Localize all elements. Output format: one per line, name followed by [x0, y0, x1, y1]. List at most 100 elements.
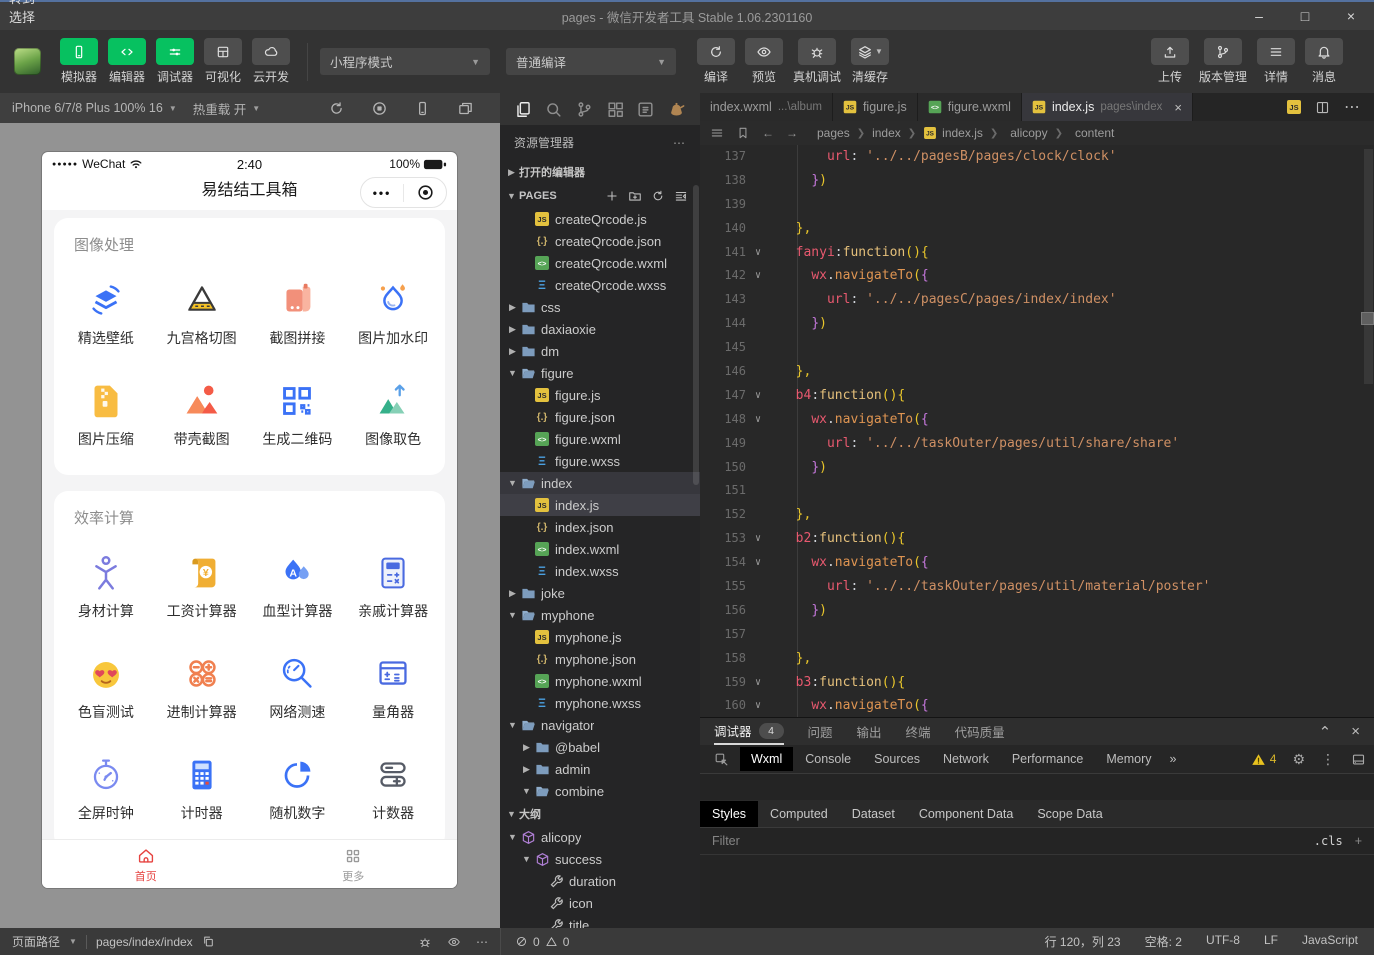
back-icon[interactable]: ← [762, 126, 774, 140]
device-icon[interactable] [414, 100, 431, 117]
kebab-menu-icon[interactable]: ⋮ [1321, 751, 1335, 768]
version-control-button[interactable]: 版本管理 [1199, 38, 1247, 85]
minimize-button[interactable]: – [1236, 2, 1282, 30]
tree-item[interactable]: ▶css [500, 296, 700, 318]
app-item[interactable]: 量角器 [345, 651, 441, 722]
tree-item[interactable]: {.}myphone.json [500, 648, 700, 670]
preview-button[interactable]: 预览 [745, 38, 783, 85]
tree-item[interactable]: title [500, 914, 700, 928]
app-item[interactable]: 截图拼接 [250, 277, 346, 348]
tree-item[interactable]: <>index.wxml [500, 538, 700, 560]
app-item[interactable]: ¥工资计算器 [154, 550, 250, 621]
tree-item[interactable]: ▼index [500, 472, 700, 494]
project-avatar[interactable] [14, 48, 41, 75]
more-actions-icon[interactable]: ⋯ [673, 136, 686, 150]
app-item[interactable]: 图片加水印 [345, 277, 441, 348]
fold-icon[interactable]: ∨ [746, 264, 770, 288]
language-mode[interactable]: JavaScript [1302, 933, 1358, 950]
mini-program-content[interactable]: 图像处理精选壁纸九宫格切图截图拼接图片加水印图片压缩带壳截图生成二维码图像取色效… [42, 210, 457, 840]
indentation-setting[interactable]: 空格: 2 [1145, 933, 1182, 950]
tabbar-item-home[interactable]: 首页 [42, 840, 250, 888]
app-item[interactable]: 带壳截图 [154, 378, 250, 449]
styles-tab-scope-data[interactable]: Scope Data [1025, 801, 1114, 827]
page-path-selector[interactable]: 页面路径 [12, 933, 60, 950]
mode-dropdown[interactable]: 小程序模式 ▼ [320, 48, 490, 75]
tree-item[interactable]: ▶dm [500, 340, 700, 362]
styles-tab-styles[interactable]: Styles [700, 801, 758, 827]
forward-icon[interactable]: → [786, 126, 798, 140]
devtools-tab-memory[interactable]: Memory [1095, 747, 1162, 771]
device-selector[interactable]: iPhone 6/7/8 Plus 100% 16 [12, 101, 163, 115]
editor-scrollbar[interactable] [1364, 149, 1373, 384]
real-device-debug-button[interactable]: 真机调试 [793, 38, 841, 85]
cursor-position[interactable]: 行 120，列 23 [1045, 933, 1121, 950]
tree-item[interactable]: ▼alicopy [500, 826, 700, 848]
styles-tab-computed[interactable]: Computed [758, 801, 840, 827]
breadcrumb-item[interactable]: JSindex.js [923, 126, 983, 140]
scrollbar-marker[interactable] [1361, 312, 1374, 325]
styles-tab-component-data[interactable]: Component Data [907, 801, 1026, 827]
fold-icon[interactable]: ∨ [746, 241, 770, 265]
devtools-tab-sources[interactable]: Sources [863, 747, 931, 771]
appetize-icon[interactable] [667, 100, 686, 119]
new-file-icon[interactable] [605, 189, 619, 203]
cls-button[interactable]: .cls [1314, 834, 1343, 848]
tree-item[interactable]: JScreateQrcode.js [500, 208, 700, 230]
tree-item[interactable]: <>createQrcode.wxml [500, 252, 700, 274]
eol-setting[interactable]: LF [1264, 933, 1278, 950]
app-item[interactable]: A血型计算器 [250, 550, 346, 621]
tree-item[interactable]: Ξindex.wxss [500, 560, 700, 582]
maximize-button[interactable]: □ [1282, 2, 1328, 30]
upload-button[interactable]: 上传 [1151, 38, 1189, 85]
stop-icon[interactable] [371, 100, 388, 117]
close-minimize-button[interactable] [404, 183, 446, 202]
breadcrumb-item[interactable]: content [1070, 126, 1114, 140]
filter-input[interactable]: Filter [712, 834, 740, 848]
compile-mode-dropdown[interactable]: 普通编译 ▼ [506, 48, 676, 75]
visualize-button[interactable]: 可视化 [204, 38, 242, 85]
hot-reload-toggle[interactable]: 热重载 开 [193, 99, 246, 118]
editor-tab[interactable]: <>figure.wxml [918, 93, 1022, 121]
close-panel-icon[interactable]: × [1351, 723, 1360, 740]
debugger-tab[interactable]: 代码质量 [955, 718, 1005, 745]
outline-list-icon[interactable] [710, 126, 724, 140]
debug-icon[interactable] [418, 935, 432, 949]
restart-icon[interactable] [328, 100, 345, 117]
more-actions-icon[interactable]: ⋯ [1344, 97, 1360, 117]
console-drawer-icon[interactable] [1351, 752, 1366, 767]
app-item[interactable]: 生成二维码 [250, 378, 346, 449]
fold-icon[interactable]: ∨ [746, 694, 770, 718]
structure-icon[interactable] [636, 100, 655, 119]
tree-item[interactable]: {.}index.json [500, 516, 700, 538]
explorer-scrollbar[interactable] [693, 185, 699, 485]
editor-tab[interactable]: index.wxml...\album [700, 93, 833, 121]
app-item[interactable]: 九宫格切图 [154, 277, 250, 348]
bookmark-icon[interactable] [736, 126, 750, 140]
breadcrumb-item[interactable]: index [872, 126, 901, 140]
app-item[interactable]: 网络测速 [250, 651, 346, 722]
tree-item[interactable]: JSfigure.js [500, 384, 700, 406]
gear-icon[interactable]: ⚙ [1292, 751, 1305, 768]
app-item[interactable]: 精选壁纸 [58, 277, 154, 348]
collapse-panel-icon[interactable]: ⌃ [1319, 723, 1332, 741]
devtools-tab-wxml[interactable]: Wxml [740, 747, 793, 771]
fold-icon[interactable]: ∨ [746, 527, 770, 551]
tree-item[interactable]: ▶admin [500, 758, 700, 780]
debugger-tab[interactable]: 输出 [857, 718, 882, 745]
split-editor-icon[interactable] [1315, 100, 1330, 115]
tree-item[interactable]: ▼navigator [500, 714, 700, 736]
search-icon[interactable] [544, 100, 563, 119]
problems-indicator[interactable]: 0 0 [500, 928, 583, 955]
editor-button[interactable]: 编辑器 [108, 38, 146, 85]
tree-item[interactable]: ▶daxiaoxie [500, 318, 700, 340]
more-actions-icon[interactable]: ⋯ [476, 935, 488, 949]
refresh-icon[interactable] [651, 189, 665, 203]
tree-item[interactable]: {.}figure.json [500, 406, 700, 428]
tree-item[interactable]: duration [500, 870, 700, 892]
devtools-tab-performance[interactable]: Performance [1001, 747, 1095, 771]
tree-item[interactable]: ΞcreateQrcode.wxss [500, 274, 700, 296]
tree-item[interactable]: ▼myphone [500, 604, 700, 626]
extensions-icon[interactable] [606, 100, 625, 119]
fold-icon[interactable]: ∨ [746, 551, 770, 575]
tree-item[interactable]: Ξmyphone.wxss [500, 692, 700, 714]
